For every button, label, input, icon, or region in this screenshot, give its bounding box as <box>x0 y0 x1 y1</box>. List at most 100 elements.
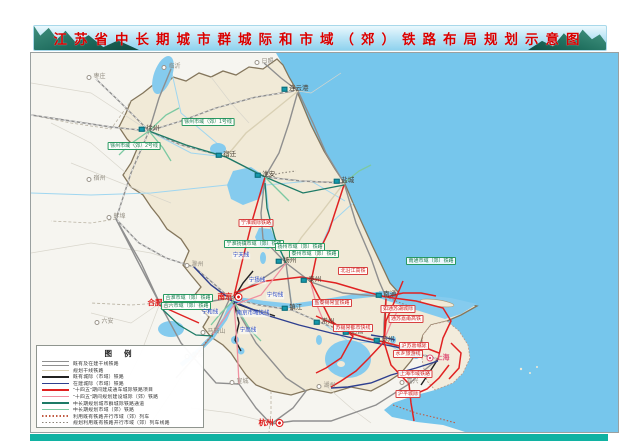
city-label: 上海 <box>427 355 450 362</box>
city-marker-icon <box>282 305 288 311</box>
city-name: 盐城 <box>341 178 354 185</box>
city-label: 徐州 <box>139 126 160 133</box>
railway-line-label: 宁天线 <box>232 253 250 259</box>
legend-swatch-icon <box>42 401 69 405</box>
legend-title: 图 例 <box>42 348 199 359</box>
legend-item: 规划利用既有铁路开行市域（郊）列车线路 <box>42 419 199 426</box>
city-marker-icon <box>86 177 91 182</box>
railway-line-label: 苏锡常都市快线 <box>333 324 373 332</box>
city-name: 苏州 <box>381 337 394 344</box>
railway-line-label: 南京市域快线 <box>236 311 270 317</box>
railway-line-label: 上海市域铁路 <box>397 370 432 378</box>
city-label: 马鞍山 <box>200 329 225 335</box>
city-label: 连云港 <box>282 86 309 93</box>
city-marker-icon <box>276 258 282 264</box>
city-label: 湖州 <box>316 383 335 389</box>
city-name: 宿迁 <box>223 152 236 159</box>
railway-line-label: 合淮市域（郊）铁路 <box>163 294 213 302</box>
city-name: 宿州 <box>93 176 105 182</box>
railway-line-label: 沪平城际 <box>395 390 420 398</box>
city-name: 扬州 <box>283 258 296 265</box>
title-banner: 江苏省中长期城市群城际和市域（郊）铁路布局规划示意图 <box>33 25 607 51</box>
city-marker-icon <box>301 277 307 283</box>
city-label: 六安 <box>94 319 113 325</box>
city-name: 泰州 <box>308 277 321 284</box>
railway-line-label: 水乡旅游线 <box>393 350 423 358</box>
city-marker-icon <box>229 380 234 385</box>
railway-line-label: 宁句线 <box>266 293 284 299</box>
city-marker-icon <box>314 319 320 325</box>
city-label: 盐城 <box>334 178 355 185</box>
page-title: 江苏省中长期城市群城际和市域（郊）铁路布局规划示意图 <box>34 26 606 50</box>
page: 江苏省中长期城市群城际和市域（郊）铁路布局规划示意图 <box>0 0 634 448</box>
city-name: 连云港 <box>289 86 309 93</box>
city-marker-icon <box>86 75 91 80</box>
city-name: 淮安 <box>262 172 275 179</box>
city-label: 宣城 <box>229 379 248 385</box>
city-marker-icon <box>374 337 380 343</box>
city-marker-icon <box>200 330 205 335</box>
city-marker-icon <box>106 215 111 220</box>
city-name: 蚌埠 <box>113 214 125 220</box>
city-name: 湖州 <box>323 383 335 389</box>
city-name: 马鞍山 <box>207 329 225 335</box>
city-label: 苏州 <box>374 337 395 344</box>
city-label: 嘉兴 <box>399 379 418 385</box>
city-marker-icon <box>94 320 99 325</box>
city-marker-icon <box>376 292 382 298</box>
footer-strip <box>30 434 608 441</box>
legend-swatch-icon <box>42 381 69 385</box>
railway-line-label: 通苏嘉甬高铁 <box>388 315 423 323</box>
city-name: 滁州 <box>191 262 203 268</box>
city-name: 枣庄 <box>93 74 105 80</box>
legend-swatch-icon <box>42 408 69 412</box>
city-marker-icon <box>139 126 145 132</box>
railway-line-label: 宁高线 <box>239 328 257 334</box>
railway-line-label: 沪苏嘉城际 <box>399 342 429 350</box>
railway-line-label: 南通市域（郊）铁路 <box>406 257 456 265</box>
legend: 图 例 既有及在建干线铁路规划干线铁路既有城际（市域）铁路在建城际（市域）铁路“… <box>36 345 204 428</box>
city-label: 滁州 <box>184 262 203 268</box>
city-name: 镇江 <box>289 305 302 312</box>
legend-swatch-icon <box>42 395 69 399</box>
legend-swatch-icon <box>42 368 69 372</box>
city-marker-icon <box>254 60 259 65</box>
city-label: 枣庄 <box>86 74 105 80</box>
railway-line-label: 徐州市域（郊）2号线 <box>108 142 161 150</box>
city-label: 杭州 <box>259 419 284 427</box>
city-label: 宿州 <box>86 176 105 182</box>
city-name: 嘉兴 <box>406 379 418 385</box>
city-marker-icon <box>161 65 166 70</box>
city-label: 泰州 <box>301 277 322 284</box>
legend-label: 规划利用既有铁路开行市域（郊）列车线路 <box>73 419 170 426</box>
city-label: 南京 <box>218 293 243 301</box>
railway-line-label: 徐州市域（郊）1号线 <box>182 118 235 126</box>
railway-line-label: 宁扬线 <box>248 278 266 284</box>
city-marker-icon <box>334 178 340 184</box>
city-name: 日照 <box>261 59 273 65</box>
city-label: 南通 <box>376 292 397 299</box>
city-label: 扬州 <box>276 258 297 265</box>
city-name: 六安 <box>101 319 113 325</box>
city-marker-icon <box>276 419 284 427</box>
railway-line-label: 宁淮城际铁路 <box>238 219 273 227</box>
legend-swatch-icon <box>42 362 69 366</box>
city-marker-icon <box>282 86 288 92</box>
city-name: 南通 <box>383 292 396 299</box>
city-label: 蚌埠 <box>106 214 125 220</box>
legend-swatch-icon <box>42 375 69 379</box>
railway-line-label: 泰州市域（郊）铁路 <box>289 250 339 258</box>
city-label: 淮安 <box>255 172 276 179</box>
city-label: 常州 <box>314 319 335 326</box>
legend-swatch-icon <box>42 388 69 392</box>
railway-line-label: 盐泰锡常宜铁路 <box>312 299 352 307</box>
city-name: 南京 <box>218 293 233 301</box>
city-label: 镇江 <box>282 305 303 312</box>
city-name: 临沂 <box>168 64 180 70</box>
railway-line-label: 北沿江高铁 <box>338 267 368 275</box>
city-name: 徐州 <box>146 126 159 133</box>
city-name: 宣城 <box>236 379 248 385</box>
city-marker-icon <box>255 172 261 178</box>
city-marker-icon <box>316 384 321 389</box>
city-marker-icon <box>184 263 189 268</box>
